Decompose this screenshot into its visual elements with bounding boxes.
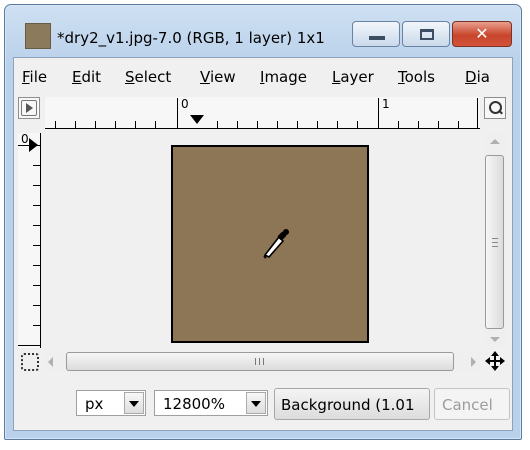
maximize-button[interactable]: [402, 21, 450, 47]
menu-edit[interactable]: Edit: [72, 68, 101, 86]
zoom-select[interactable]: 12800%: [154, 390, 268, 416]
canvas-area[interactable]: [41, 133, 481, 348]
menu-tools[interactable]: Tools: [398, 68, 435, 86]
vruler-label-0: 0: [21, 132, 29, 146]
horizontal-scroll-thumb[interactable]: [66, 352, 454, 371]
close-icon: ✕: [475, 24, 489, 43]
chevron-down-icon: [129, 401, 139, 407]
menu-view[interactable]: View: [200, 68, 236, 86]
cancel-button[interactable]: Cancel: [434, 388, 510, 420]
menu-layer[interactable]: Layer: [332, 68, 374, 86]
client-area: File Edit Select View Image Layer Tools …: [13, 57, 513, 431]
vertical-scrollbar[interactable]: [484, 133, 506, 348]
menu-bar: File Edit Select View Image Layer Tools …: [14, 58, 512, 90]
horizontal-scrollbar[interactable]: [44, 352, 480, 372]
menu-dialogs[interactable]: Dia: [465, 68, 490, 86]
color-picker-icon: [263, 229, 289, 259]
navigate-button[interactable]: [18, 350, 40, 372]
unit-dropdown-button[interactable]: [124, 392, 144, 414]
minimize-button[interactable]: [352, 21, 400, 47]
chevron-down-icon: [251, 401, 261, 407]
close-button[interactable]: ✕: [452, 21, 512, 47]
menu-file-rest: ile: [29, 68, 48, 86]
menu-file[interactable]: File: [22, 68, 47, 86]
scroll-up-icon[interactable]: [490, 139, 500, 144]
horizontal-ruler[interactable]: 0 1: [45, 97, 480, 129]
window-title: *dry2_v1.jpg-7.0 (RGB, 1 layer) 1x1: [57, 29, 325, 47]
image-thumbnail-icon: [25, 23, 51, 49]
image-window: *dry2_v1.jpg-7.0 (RGB, 1 layer) 1x1 ✕ Fi…: [4, 4, 522, 440]
ruler-position-marker: [190, 115, 204, 124]
zoom-on-resize-toggle[interactable]: [484, 97, 506, 119]
vertical-ruler[interactable]: 0: [18, 132, 41, 348]
status-bar: px 12800% Background (1.01 Cancel: [14, 380, 512, 430]
play-arrow-icon: [26, 103, 33, 113]
navigate-icon: [21, 353, 39, 371]
minimize-icon: [369, 36, 385, 40]
grip-icon: [492, 238, 498, 247]
scroll-down-icon[interactable]: [490, 337, 500, 342]
ruler-label-0: 0: [181, 97, 189, 111]
vertical-scroll-thumb[interactable]: [485, 155, 504, 329]
unit-select[interactable]: px: [76, 390, 146, 416]
active-layer-label[interactable]: Background (1.01: [274, 388, 430, 420]
menu-arrow-button: [21, 100, 37, 116]
menu-image[interactable]: Image: [260, 68, 307, 86]
maximize-icon: [420, 29, 434, 40]
quick-mask-toggle[interactable]: [18, 97, 40, 119]
title-bar[interactable]: *dry2_v1.jpg-7.0 (RGB, 1 layer) 1x1 ✕: [5, 5, 521, 57]
image-canvas[interactable]: [171, 145, 369, 343]
grip-icon: [255, 358, 264, 365]
zoom-dropdown-button[interactable]: [246, 392, 266, 414]
scroll-right-icon[interactable]: [471, 357, 476, 367]
menu-select[interactable]: Select: [125, 68, 171, 86]
move-icon[interactable]: [484, 350, 506, 372]
scroll-left-icon[interactable]: [48, 357, 53, 367]
ruler-label-1: 1: [382, 97, 390, 111]
